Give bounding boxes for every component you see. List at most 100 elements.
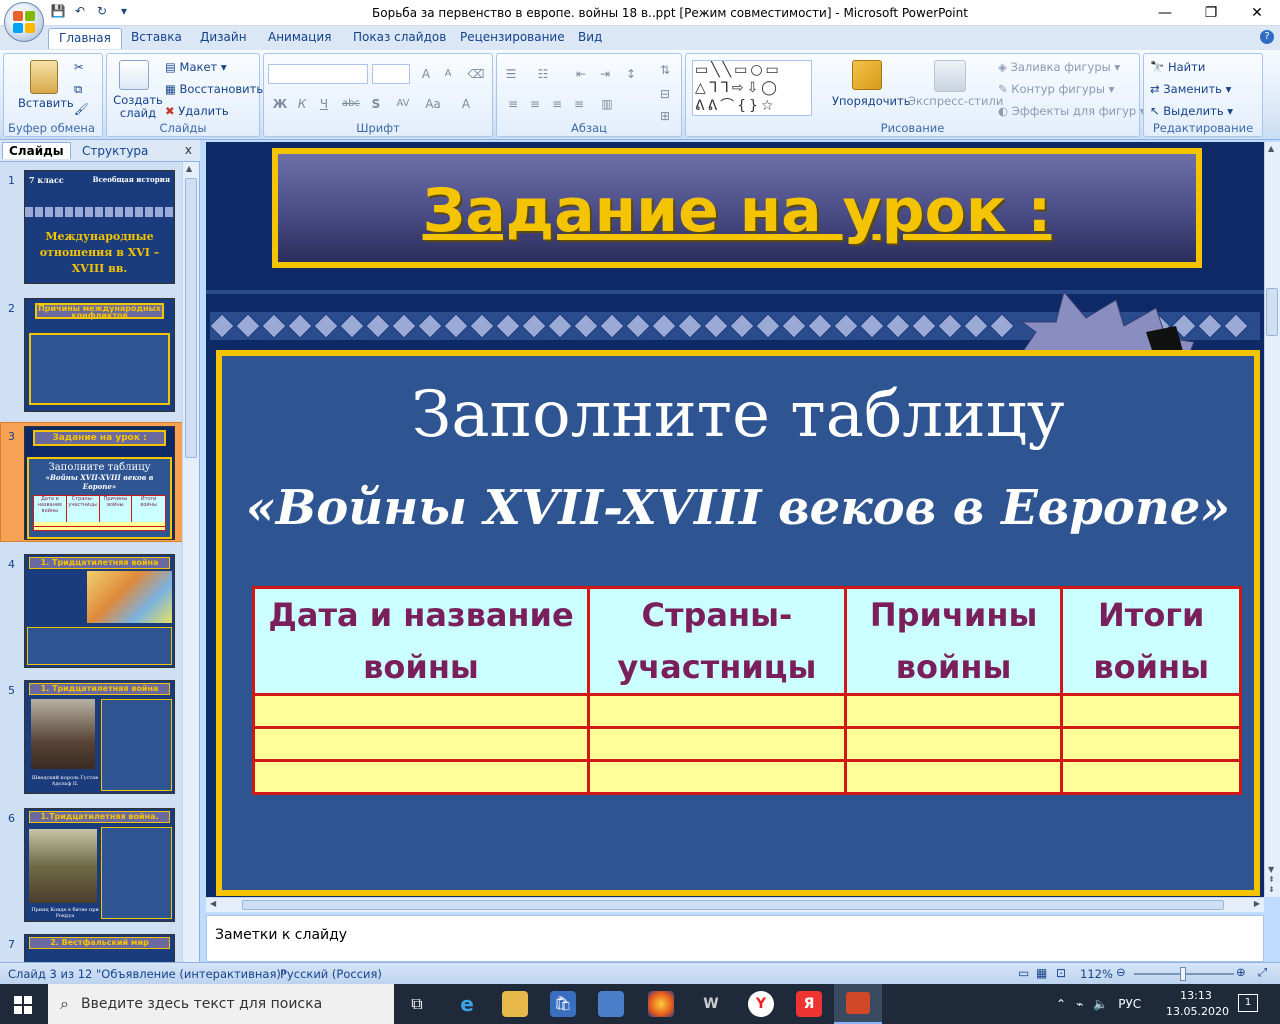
slide-canvas[interactable]: Задание на урок : Заполните таблицу «Вой…	[206, 142, 1264, 897]
taskbar-search[interactable]: ⌕ Введите здесь текст для поиска	[48, 984, 394, 1024]
tab-outline[interactable]: Структура	[76, 143, 154, 159]
arrange-button[interactable]: Упорядочить	[832, 94, 911, 108]
replace-button[interactable]: ⇄ Заменить ▾	[1150, 82, 1231, 96]
slide-thumbnail-7[interactable]: 2. Вестфальский мир	[24, 934, 175, 962]
delete-slide-button[interactable]: ✖ Удалить	[165, 104, 229, 118]
table-cell[interactable]	[1060, 759, 1242, 795]
tab-animation[interactable]: Анимация	[268, 30, 331, 44]
yandex-icon[interactable]: Я	[796, 991, 822, 1017]
copy-icon[interactable]: ⧉	[74, 82, 82, 97]
yandex-browser-icon[interactable]: Y	[748, 991, 774, 1017]
bullets-icon[interactable]: ☰	[501, 64, 521, 84]
underline-button[interactable]: Ч	[314, 94, 334, 114]
tab-review[interactable]: Рецензирование	[460, 30, 565, 44]
slide-thumbnail-2[interactable]: Причины международных конфликтов	[24, 298, 175, 412]
clear-format-icon[interactable]: ⌫	[466, 64, 486, 84]
slide-thumbnail-5[interactable]: 1. Тридцатилетняя война Шведский король …	[24, 680, 175, 794]
clock[interactable]: 13:13 13.05.2020	[1166, 988, 1229, 1020]
language-status[interactable]: Русский (Россия)	[280, 967, 382, 981]
table-header-cell[interactable]: Итоги войны	[1060, 586, 1242, 696]
minimize-button[interactable]: —	[1142, 0, 1188, 26]
theme-name[interactable]: "Объявление (интерактивная)"	[96, 967, 286, 981]
columns-icon[interactable]: ▥	[597, 94, 617, 114]
notes-pane[interactable]: Заметки к слайду	[206, 915, 1264, 962]
table-cell[interactable]	[251, 693, 591, 729]
powerpoint-taskbar-button[interactable]	[834, 984, 882, 1024]
shape-effects-button[interactable]: ◐ Эффекты для фигур ▾	[998, 104, 1146, 118]
table-cell[interactable]	[587, 726, 847, 762]
cut-icon[interactable]: ✂	[74, 60, 84, 74]
layout-button[interactable]: ▤ Макет ▾	[165, 60, 227, 74]
arrange-icon[interactable]	[852, 60, 882, 90]
tab-insert[interactable]: Вставка	[131, 30, 182, 44]
shrink-font-button[interactable]: A	[438, 64, 458, 84]
close-button[interactable]: ✕	[1234, 0, 1280, 26]
slides-pane-scrollbar[interactable]: ▲	[182, 162, 199, 962]
network-icon[interactable]: ⌁	[1076, 997, 1083, 1011]
restore-button[interactable]: ❐	[1188, 0, 1234, 26]
firefox-icon[interactable]	[648, 991, 674, 1017]
numbering-icon[interactable]: ☷	[533, 64, 553, 84]
new-slide-icon[interactable]	[119, 60, 149, 90]
table-cell[interactable]	[251, 726, 591, 762]
font-size-field[interactable]	[372, 64, 410, 84]
table-header-cell[interactable]: Причины войны	[843, 586, 1064, 696]
shadow-button[interactable]: S	[366, 94, 386, 114]
wars-table[interactable]: Дата и название войны Страны-участницы П…	[251, 586, 1242, 795]
slide-sorter-icon[interactable]: ▦	[1036, 966, 1047, 980]
normal-view-icon[interactable]: ▭	[1018, 966, 1029, 980]
align-text-icon[interactable]: ⊟	[655, 84, 675, 104]
slides-pane-scroll-thumb[interactable]	[185, 178, 197, 458]
slide-thumbnail-4[interactable]: 1. Тридцатилетняя война	[24, 554, 175, 668]
zoom-level[interactable]: 112%	[1080, 967, 1113, 981]
title-box[interactable]: Задание на урок :	[272, 148, 1202, 268]
volume-icon[interactable]: 🔈	[1093, 997, 1108, 1011]
select-button[interactable]: ↖ Выделить ▾	[1150, 104, 1233, 118]
grow-font-button[interactable]: A	[416, 64, 436, 84]
tab-view[interactable]: Вид	[578, 30, 602, 44]
shape-outline-button[interactable]: ✎ Контур фигуры ▾	[998, 82, 1114, 96]
table-cell[interactable]	[843, 759, 1064, 795]
slide-thumbnail-3[interactable]: Задание на урок : Заполните таблицу «Вой…	[24, 426, 175, 540]
slideshow-icon[interactable]: ⊡	[1056, 966, 1066, 980]
tab-design[interactable]: Дизайн	[200, 30, 247, 44]
table-cell[interactable]	[251, 759, 591, 795]
task-view-icon[interactable]: ⧉	[404, 991, 430, 1017]
office-button[interactable]	[4, 2, 44, 42]
close-pane-icon[interactable]: x	[185, 143, 192, 157]
justify-icon[interactable]: ≡	[569, 94, 589, 114]
zoom-slider-thumb[interactable]	[1180, 967, 1186, 981]
char-spacing-button[interactable]: AV	[390, 94, 416, 114]
slide-thumbnail-1[interactable]: 7 класс Всеобщая история Международные о…	[24, 170, 175, 284]
tab-slideshow[interactable]: Показ слайдов	[353, 30, 446, 44]
zoom-out-icon[interactable]: ⊖	[1116, 965, 1126, 979]
slide-thumbnail-6[interactable]: 1.Тридцатилетняя война. Принц Конде в би…	[24, 808, 175, 922]
align-right-icon[interactable]: ≡	[547, 94, 567, 114]
align-left-icon[interactable]: ≡	[503, 94, 523, 114]
table-cell[interactable]	[843, 693, 1064, 729]
shape-fill-button[interactable]: ◈ Заливка фигуры ▾	[998, 60, 1120, 74]
tray-up-arrow-icon[interactable]: ⌃	[1056, 997, 1066, 1011]
help-icon[interactable]: ?	[1260, 30, 1274, 44]
tab-slides[interactable]: Слайды	[2, 142, 71, 159]
windows-start-icon[interactable]	[14, 996, 32, 1014]
paste-icon[interactable]	[30, 60, 58, 94]
file-explorer-icon[interactable]	[502, 991, 528, 1017]
table-header-cell[interactable]: Дата и название войны	[251, 586, 591, 696]
table-cell[interactable]	[1060, 726, 1242, 762]
keyboard-lang[interactable]: РУС	[1118, 997, 1141, 1011]
format-painter-icon[interactable]: 🖌	[74, 102, 89, 116]
strikethrough-button[interactable]: abc	[338, 94, 364, 114]
editor-horizontal-scrollbar[interactable]: ◀ ▶	[206, 897, 1264, 912]
change-case-button[interactable]: Aa	[420, 94, 446, 114]
new-slide-button[interactable]: Создать слайд	[113, 94, 163, 120]
text-direction-icon[interactable]: ⇅	[655, 60, 675, 80]
media-app-icon[interactable]	[598, 991, 624, 1017]
table-cell[interactable]	[843, 726, 1064, 762]
find-button[interactable]: 🔭 Найти	[1150, 60, 1205, 74]
font-color-button[interactable]: A	[456, 94, 476, 114]
tab-home[interactable]: Главная	[48, 28, 122, 49]
reset-button[interactable]: ▦ Восстановить	[165, 82, 263, 96]
quick-styles-icon[interactable]	[934, 60, 966, 92]
editor-scroll-thumb[interactable]	[1266, 288, 1278, 336]
